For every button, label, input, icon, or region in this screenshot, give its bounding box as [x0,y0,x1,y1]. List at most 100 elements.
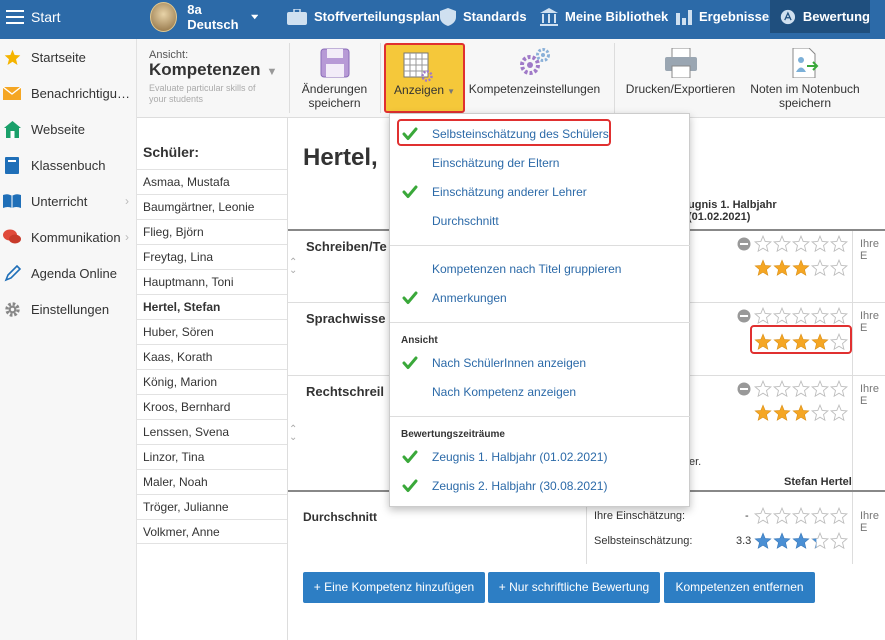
star-icon [792,404,810,421]
menu-item-remarks[interactable]: Anmerkungen [390,287,690,309]
menu-item-other-teachers[interactable]: Einschätzung anderer Lehrer [390,181,690,203]
remove-competencies-button[interactable]: Kompetenzen entfernen [664,572,815,603]
menu-item-label: Nach Kompetenz anzeigen [432,385,577,399]
sidebar-item-agenda-online[interactable]: Agenda Online [0,255,137,291]
menu-section-ansicht: Ansicht [401,335,438,346]
nav-bewertung[interactable]: Bewertung [770,0,870,33]
start-label: Start [31,8,61,25]
student-row[interactable]: Volkmer, Anne [137,519,287,544]
student-row[interactable]: Tröger, Julianne [137,494,287,519]
rating-row-own[interactable] [735,235,849,256]
add-competence-button[interactable]: + Eine Kompetenz hinzufügen [303,572,485,603]
competence-settings-button[interactable]: Kompetenzeinstellungen [467,47,602,96]
rating-row-own[interactable] [735,380,849,401]
nav-label: Ergebnisse [699,9,770,24]
clear-rating-icon[interactable] [735,380,753,398]
save-grades-label: Noten im Notenbuch speichern [750,82,860,110]
save-changes-button[interactable]: Änderungen speichern [297,47,372,110]
sidebar-item-label: Klassenbuch [31,157,106,173]
nav-stoffverteilungsplan[interactable]: Stoffverteilungsplan [287,0,440,33]
menu-divider [390,322,690,323]
start-menu-button[interactable]: Start [0,0,137,33]
sidebar-item-klassenbuch[interactable]: Klassenbuch [0,147,137,183]
average-title: Durchschnitt [303,510,378,524]
clear-rating-icon[interactable] [735,307,753,325]
menu-item-parents-assessment[interactable]: Einschätzung der Eltern [390,152,690,174]
add-written-assessment-button[interactable]: + Nur schriftliche Bewertung [488,572,660,603]
ihre-label: Ihre E [860,383,879,407]
avg-own-stars [754,507,849,525]
student-row[interactable]: Flieg, Björn [137,219,287,244]
student-row[interactable]: Linzor, Tina [137,444,287,469]
menu-item-period-1[interactable]: Zeugnis 1. Halbjahr (01.02.2021) [390,446,690,468]
drag-handle-icon[interactable]: ⌃ ⌄ [289,425,297,443]
rating-row-student [754,404,849,422]
menu-item-group-by-title[interactable]: Kompetenzen nach Titel gruppieren [390,258,690,280]
menu-item-by-students[interactable]: Nach SchülerInnen anzeigen [390,352,690,374]
print-export-button[interactable]: Drucken/Exportieren [623,47,738,96]
sidebar-item-label: Webseite [31,121,85,137]
menu-item-label: Kompetenzen nach Titel gruppieren [432,262,622,276]
rating-row-student [754,259,849,277]
anzeigen-button[interactable]: Anzeigen ▼ [384,43,465,113]
caret-down-icon [250,14,258,19]
class-name: 8a [187,1,202,17]
menu-item-by-competence[interactable]: Nach Kompetenz anzeigen [390,381,690,403]
menu-item-label: Einschätzung der Eltern [432,156,560,170]
save-grades-button[interactable]: Noten im Notenbuch speichern [745,47,865,110]
star-icon [754,307,772,325]
nav-label: Meine Bibliothek [565,9,669,24]
sidebar-item-webseite[interactable]: Webseite [0,111,137,147]
sidebar-item-kommunikation[interactable]: Kommunikation › [0,219,137,255]
students-panel: Schüler: Asmaa, Mustafa Baumgärtner, Leo… [137,118,288,640]
star-icon [754,532,772,549]
clear-rating-icon[interactable] [735,235,753,253]
view-selector[interactable]: Kompetenzen ▼ [149,60,277,80]
briefcase-icon [287,8,307,25]
student-row[interactable]: Kroos, Bernhard [137,394,287,419]
period-column-header: ugnis 1. Halbjahr (01.02.2021) [688,199,777,223]
nav-label: Standards [463,9,527,24]
student-row[interactable]: König, Marion [137,369,287,394]
sidebar-item-einstellungen[interactable]: Einstellungen [0,291,137,327]
sidebar-item-unterricht[interactable]: Unterricht › [0,183,137,219]
student-row[interactable]: Freytag, Lina [137,244,287,269]
menu-item-period-2[interactable]: Zeugnis 2. Halbjahr (30.08.2021) [390,475,690,497]
column-divider [852,492,853,564]
competence-settings-label: Kompetenzeinstellungen [468,82,601,96]
student-row[interactable]: Kaas, Korath [137,344,287,369]
menu-item-average[interactable]: Durchschnitt [390,210,690,232]
student-row[interactable]: Baumgärtner, Leonie [137,194,287,219]
student-row[interactable]: Asmaa, Mustafa [137,169,287,194]
nav-meine-bibliothek[interactable]: Meine Bibliothek [540,0,668,33]
avg-self-value: 3.3 [736,535,752,547]
star-icon [773,259,791,276]
sidebar-item-benachrichtigungen[interactable]: Benachrichtigu… [0,75,137,111]
competence-title: Schreiben/Te [306,239,387,254]
star-icon [754,507,772,525]
class-avatar [150,1,178,32]
student-row[interactable]: Hauptmann, Toni [137,269,287,294]
star-icon [754,380,772,398]
envelope-icon [3,84,21,102]
toolbar-divider [380,43,381,113]
grid-settings-icon [403,52,433,85]
star-icon [792,307,810,325]
student-row[interactable]: Maler, Noah [137,469,287,494]
star-icon [773,307,791,325]
class-selector[interactable]: 8a Deutsch [150,0,265,33]
nav-standards[interactable]: Standards [440,0,527,33]
drag-handle-icon[interactable]: ⌃ ⌄ [289,258,297,276]
student-row[interactable]: Lenssen, Svena [137,419,287,444]
sidebar-item-startseite[interactable]: Startseite [0,39,137,75]
anzeigen-label: Anzeigen [394,83,445,97]
ihre-label: Ihre E [860,238,879,262]
hamburger-icon [6,9,24,24]
star-icon [773,532,791,549]
open-book-icon [3,192,21,210]
student-row[interactable]: Huber, Sören [137,319,287,344]
menu-item-label: Nach SchülerInnen anzeigen [432,356,587,370]
nav-ergebnisse[interactable]: Ergebnisse [676,0,769,33]
sidebar-item-label: Agenda Online [31,265,118,281]
student-row-selected[interactable]: Hertel, Stefan [137,294,287,319]
